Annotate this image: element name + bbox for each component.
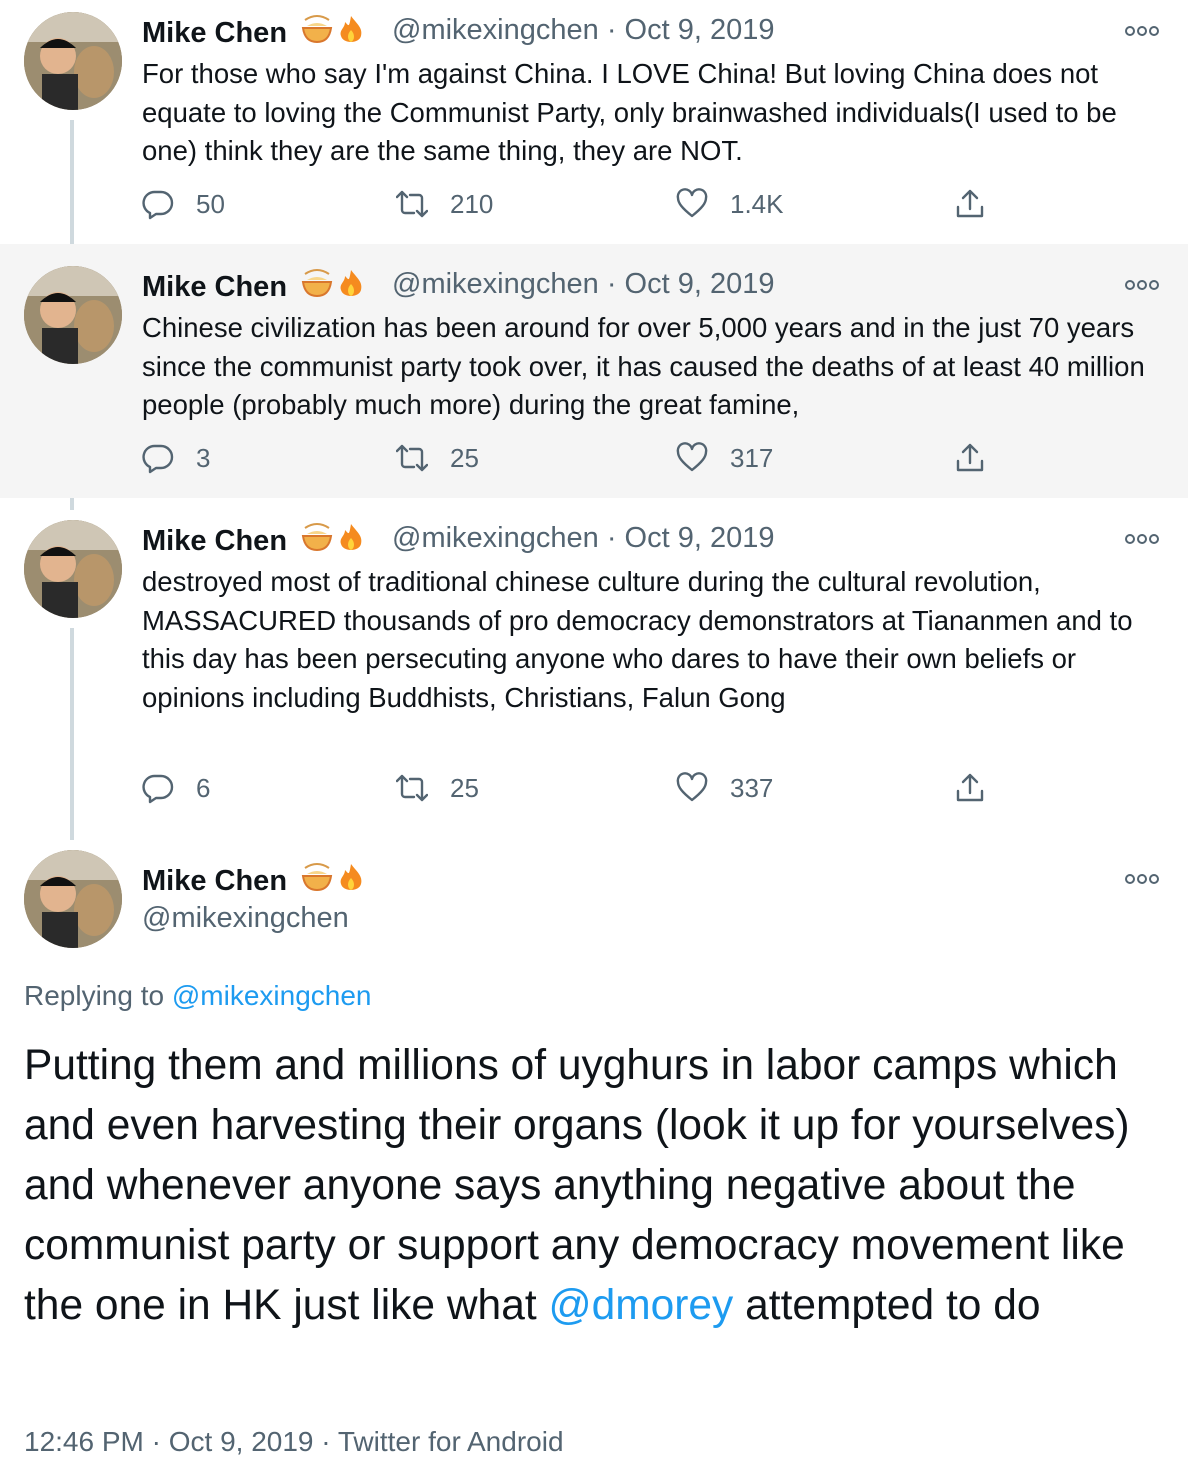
reply-button[interactable]: 50	[142, 188, 225, 220]
more-options-icon[interactable]	[1124, 532, 1160, 546]
heart-icon	[676, 772, 708, 802]
heart-icon	[676, 188, 708, 218]
like-button[interactable]: 317	[676, 442, 773, 474]
noodle-bowl-emoji	[301, 268, 333, 308]
author-handle[interactable]: @mikexingchen · Oct 9, 2019	[392, 268, 774, 301]
retweet-button[interactable]: 25	[396, 442, 479, 474]
replying-to: Replying to @mikexingchen	[24, 980, 372, 1011]
fire-emoji	[335, 522, 367, 562]
tweet-date[interactable]: · Oct 9, 2019	[607, 14, 775, 46]
tweet[interactable]: Mike Chen @mikexingchen · Oct 9, 2019 Fo…	[0, 0, 1188, 244]
main-tweet-text: Putting them and millions of uyghurs in …	[24, 1042, 1130, 1329]
noodle-bowl-emoji	[301, 862, 333, 902]
share-icon	[956, 773, 984, 802]
reply-icon	[142, 190, 174, 220]
like-button[interactable]: 337	[676, 772, 773, 804]
retweet-button[interactable]: 25	[396, 772, 479, 804]
like-button[interactable]: 1.4K	[676, 188, 784, 220]
more-options-icon[interactable]	[1124, 24, 1160, 38]
share-button[interactable]	[954, 442, 1008, 474]
heart-icon	[676, 442, 708, 472]
tweet-date[interactable]: · Oct 9, 2019	[607, 268, 775, 300]
mention-link[interactable]: @dmorey	[548, 1282, 733, 1329]
tweet-actions: 3 25 317	[142, 442, 1002, 482]
share-icon	[956, 189, 984, 218]
avatar[interactable]	[24, 520, 122, 618]
author-handle[interactable]: @mikexingchen · Oct 9, 2019	[392, 522, 774, 555]
share-icon	[956, 443, 984, 472]
fire-emoji	[335, 14, 367, 54]
more-options-icon[interactable]	[1124, 872, 1160, 886]
reply-button[interactable]: 6	[142, 772, 210, 804]
reply-icon	[142, 444, 174, 474]
share-button[interactable]	[954, 772, 1008, 804]
retweet-icon	[396, 444, 428, 472]
tweet[interactable]: Mike Chen @mikexingchen · Oct 9, 2019 Ch…	[0, 244, 1188, 498]
tweet-actions: 6 25 337	[142, 772, 1002, 812]
tweet-text: For those who say I'm against China. I L…	[142, 58, 1117, 166]
retweet-icon	[396, 774, 428, 802]
fire-emoji	[335, 268, 367, 308]
avatar[interactable]	[24, 850, 122, 948]
tweet-actions: 50 210 1.4K	[142, 188, 1002, 228]
author-name[interactable]: Mike Chen	[142, 14, 367, 54]
author-handle[interactable]: @mikexingchen	[142, 902, 349, 935]
fire-emoji	[335, 862, 367, 902]
share-button[interactable]	[954, 188, 1008, 220]
author-handle[interactable]: @mikexingchen · Oct 9, 2019	[392, 14, 774, 47]
avatar[interactable]	[24, 12, 122, 110]
tweet-timestamp[interactable]: 12:46 PM · Oct 9, 2019 · Twitter for And…	[24, 1426, 564, 1458]
tweet-date[interactable]: · Oct 9, 2019	[607, 522, 775, 554]
reply-icon	[142, 774, 174, 804]
more-options-icon[interactable]	[1124, 278, 1160, 292]
noodle-bowl-emoji	[301, 522, 333, 562]
reply-button[interactable]: 3	[142, 442, 210, 474]
avatar[interactable]	[24, 266, 122, 364]
tweet-text: destroyed most of traditional chinese cu…	[142, 566, 1133, 713]
replying-to-link[interactable]: @mikexingchen	[172, 980, 372, 1011]
retweet-button[interactable]: 210	[396, 188, 493, 220]
retweet-icon	[396, 190, 428, 218]
noodle-bowl-emoji	[301, 14, 333, 54]
author-name[interactable]: Mike Chen	[142, 522, 367, 562]
tweet[interactable]: Mike Chen @mikexingchen · Oct 9, 2019 de…	[0, 498, 1188, 830]
tweet-text: Chinese civilization has been around for…	[142, 312, 1145, 420]
author-name[interactable]: Mike Chen	[142, 268, 367, 308]
author-name[interactable]: Mike Chen	[142, 862, 367, 902]
